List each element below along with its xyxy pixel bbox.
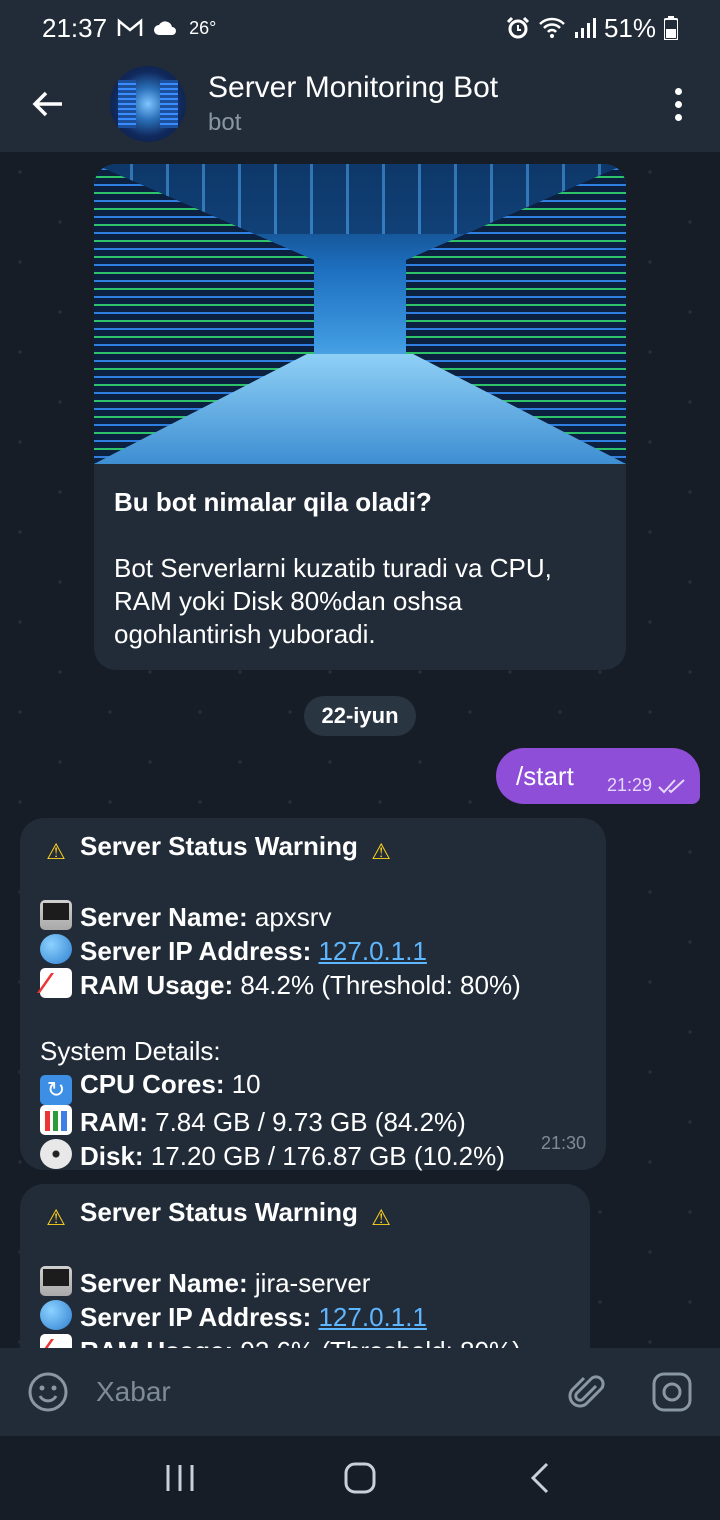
bar-chart-icon	[40, 1105, 72, 1135]
alarm-icon	[506, 16, 530, 39]
signal-icon	[574, 18, 596, 38]
chat-header: Server Monitoring Bot bot	[0, 56, 720, 152]
message-heading-line: ⚠ Server Status Warning ⚠	[40, 1196, 570, 1233]
chart-increasing-icon	[40, 968, 72, 998]
double-check-icon	[658, 778, 685, 793]
system-details-label: System Details:	[40, 1036, 221, 1066]
outgoing-time: 21:29	[606, 775, 652, 795]
warning-message[interactable]: ⚠ Server Status Warning ⚠ Server Name: ap…	[20, 818, 606, 1173]
bot-avatar[interactable]	[110, 66, 186, 142]
home-button[interactable]	[320, 1443, 400, 1513]
chat-subtitle: bot	[208, 109, 242, 136]
disc-icon	[40, 1139, 72, 1169]
server-ip-label: Server IP Address:	[80, 936, 312, 966]
server-room-image[interactable]	[94, 164, 626, 464]
ram-usage-value: 92.6% (Threshold: 80%)	[240, 1336, 520, 1348]
cycle-arrows-icon: ↻	[40, 1075, 72, 1105]
chat-title: Server Monitoring Bot	[208, 71, 499, 104]
server-ip-link[interactable]: 127.0.1.1	[318, 1302, 426, 1332]
bot-intro-card: Bu bot nimalar qila oladi? Bot Serverlar…	[94, 164, 626, 670]
warning-icon: ⚠	[371, 839, 391, 864]
globe-icon	[40, 1300, 72, 1330]
disk-label: Disk:	[80, 1141, 144, 1171]
message-heading: Server Status Warning	[80, 1197, 358, 1227]
warning-message[interactable]: ⚠ Server Status Warning ⚠ Server Name: ji…	[20, 1184, 590, 1348]
monitor-icon	[40, 1266, 72, 1296]
message-input[interactable]: Xabar	[96, 1376, 171, 1408]
emoji-button[interactable]	[0, 1348, 96, 1436]
ram-usage-label: RAM Usage:	[80, 1336, 233, 1348]
recent-apps-icon	[166, 1465, 194, 1491]
warning-icon: ⚠	[46, 1205, 66, 1230]
status-right: 51%	[506, 13, 678, 44]
message-time: 21:30	[540, 1133, 586, 1153]
intro-question: Bu bot nimalar qila oladi?	[114, 487, 432, 517]
date-separator: 22-iyun	[304, 696, 416, 736]
kebab-dot	[674, 100, 682, 108]
message-heading-line: ⚠ Server Status Warning ⚠	[40, 830, 586, 867]
status-temperature: 26°	[189, 17, 217, 38]
server-ip-label: Server IP Address:	[80, 1302, 312, 1332]
server-name-value: apxsrv	[254, 902, 332, 932]
chat-area[interactable]: Bu bot nimalar qila oladi? Bot Serverlar…	[0, 152, 720, 1348]
kebab-menu-icon[interactable]	[648, 56, 708, 152]
warning-icon: ⚠	[46, 839, 66, 864]
camera-icon	[652, 1372, 692, 1412]
outgoing-message[interactable]: /start 21:29	[496, 748, 700, 804]
ram-usage-value: 84.2% (Threshold: 80%)	[240, 970, 521, 1000]
server-name-line: Server Name: jira-server	[40, 1266, 570, 1300]
back-arrow-icon	[32, 91, 62, 117]
ram-usage-line: RAM Usage: 92.6% (Threshold: 80%)	[40, 1334, 570, 1348]
message-heading: Server Status Warning	[80, 831, 358, 861]
disk-line: Disk: 17.20 GB / 176.87 GB (10.2%)	[40, 1139, 586, 1173]
disk-value: 17.20 GB / 176.87 GB (10.2%)	[150, 1141, 505, 1171]
camera-button[interactable]	[630, 1348, 714, 1436]
outgoing-text: /start	[516, 760, 574, 791]
battery-icon	[664, 16, 678, 40]
intro-text: Bu bot nimalar qila oladi? Bot Serverlar…	[94, 464, 626, 651]
status-left: 21:37 26°	[42, 13, 216, 44]
cpu-label: CPU Cores:	[80, 1069, 225, 1099]
status-bar: 21:37 26° 51%	[0, 0, 720, 56]
wifi-icon	[539, 17, 565, 38]
gmail-icon	[117, 18, 143, 36]
cpu-line: ↻ CPU Cores: 10	[40, 1068, 586, 1105]
paperclip-icon	[568, 1375, 605, 1408]
chart-increasing-icon	[40, 1334, 72, 1348]
ram-value: 7.84 GB / 9.73 GB (84.2%)	[155, 1107, 466, 1137]
server-name-label: Server Name:	[80, 902, 248, 932]
cpu-value: 10	[231, 1069, 261, 1099]
ram-usage-line: RAM Usage: 84.2% (Threshold: 80%)	[40, 968, 586, 1002]
server-name-label: Server Name:	[80, 1268, 248, 1298]
battery-percent: 51%	[603, 12, 656, 43]
server-ip-line: Server IP Address: 127.0.1.1	[40, 1300, 570, 1334]
server-name-line: Server Name: apxsrv	[40, 900, 586, 934]
ram-label: RAM:	[80, 1107, 148, 1137]
chevron-left-icon	[530, 1462, 549, 1494]
kebab-dot	[674, 113, 682, 121]
server-name-value: jira-server	[254, 1268, 371, 1298]
server-ip-link[interactable]: 127.0.1.1	[318, 936, 426, 966]
system-nav-bar	[0, 1436, 720, 1520]
emoji-icon	[28, 1372, 68, 1412]
message-input-bar: Xabar	[0, 1348, 720, 1436]
ram-usage-label: RAM Usage:	[80, 970, 234, 1000]
intro-description: Bot Serverlarni kuzatib turadi va CPU, R…	[114, 553, 552, 649]
back-nav-button[interactable]	[500, 1443, 580, 1513]
back-button[interactable]	[0, 56, 96, 152]
home-icon	[344, 1462, 376, 1494]
warning-icon: ⚠	[371, 1205, 391, 1230]
globe-icon	[40, 934, 72, 964]
chat-title-block[interactable]: Server Monitoring Bot bot	[208, 71, 498, 137]
recent-apps-button[interactable]	[140, 1443, 220, 1513]
cloud-icon	[154, 21, 177, 35]
server-ip-line: Server IP Address: 127.0.1.1	[40, 934, 586, 968]
attach-button[interactable]	[546, 1348, 630, 1436]
kebab-dot	[674, 87, 682, 95]
monitor-icon	[40, 900, 72, 930]
status-time: 21:37	[42, 12, 108, 43]
outgoing-meta: 21:29	[607, 775, 686, 796]
ram-line: RAM: 7.84 GB / 9.73 GB (84.2%)	[40, 1105, 586, 1139]
